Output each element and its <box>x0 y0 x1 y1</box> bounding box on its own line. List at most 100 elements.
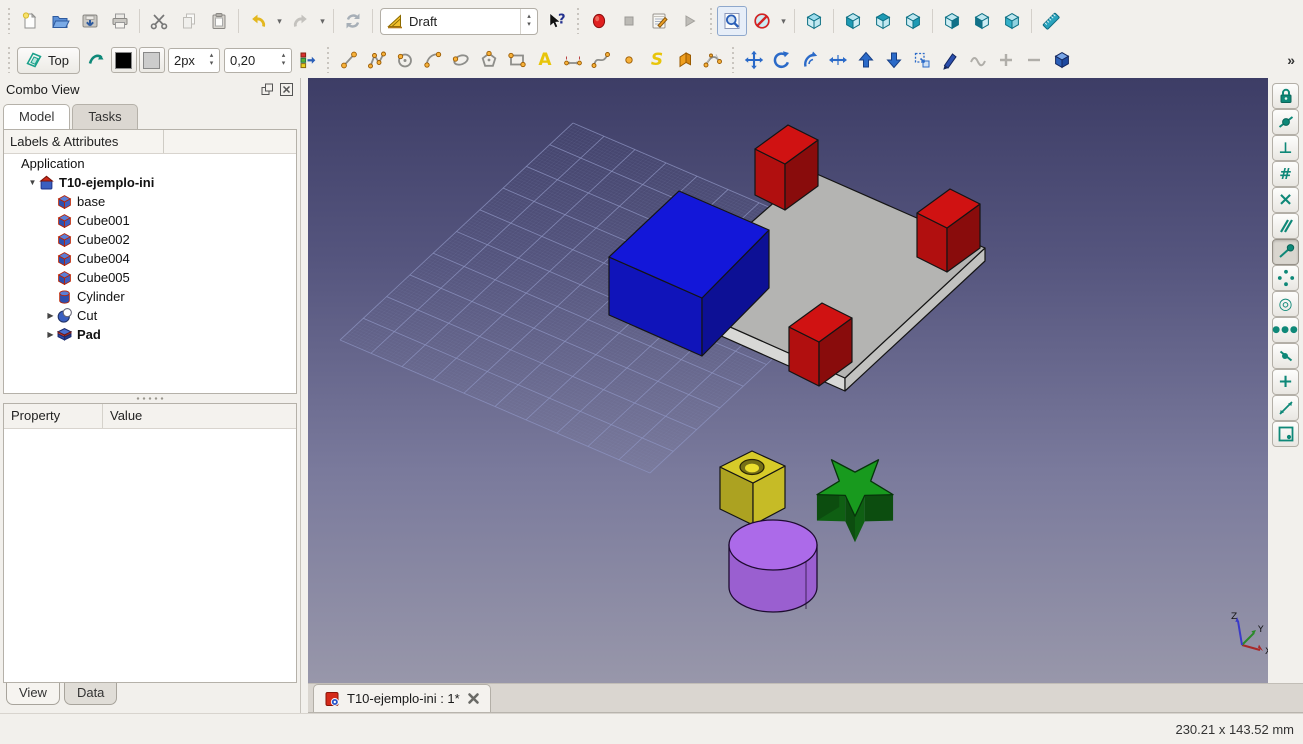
purple-cylinder[interactable] <box>729 520 817 612</box>
tree-item-t10-ejemplo-ini[interactable]: ▼T10-ejemplo-ini <box>4 173 296 192</box>
snap-parallel-button[interactable] <box>1272 213 1299 239</box>
panel-splitter[interactable] <box>0 394 300 403</box>
refresh-button[interactable] <box>338 6 368 36</box>
macro-edit-button[interactable] <box>644 6 674 36</box>
construction-mode-button[interactable] <box>82 46 110 74</box>
snap-perpendicular-button[interactable]: ⊥ <box>1272 135 1299 161</box>
view-axonometric-button[interactable] <box>799 6 829 36</box>
draft-line-button[interactable] <box>335 46 363 74</box>
toolbar-handle[interactable] <box>574 8 581 34</box>
new-document-button[interactable] <box>15 6 45 36</box>
draft-rotate-button[interactable] <box>768 46 796 74</box>
draft-offset-button[interactable] <box>796 46 824 74</box>
view-left-button[interactable] <box>997 6 1027 36</box>
view-top-button[interactable] <box>868 6 898 36</box>
draw-style-menu-dropdown[interactable]: ▾ <box>777 6 790 36</box>
view-right-button[interactable] <box>898 6 928 36</box>
view-bottom-button[interactable] <box>967 6 997 36</box>
wire-to-bspline-button[interactable] <box>964 46 992 74</box>
value-column-header[interactable]: Value <box>103 404 296 428</box>
draft-bezier-button[interactable] <box>699 46 727 74</box>
whats-this-button[interactable]: ? <box>541 6 571 36</box>
yellow-cut-cube[interactable] <box>720 451 785 525</box>
copy-button[interactable] <box>174 6 204 36</box>
draft-upgrade-button[interactable] <box>852 46 880 74</box>
draw-style-button[interactable] <box>747 6 777 36</box>
snap-angle-button[interactable] <box>1272 265 1299 291</box>
expander-closed-icon[interactable]: ▶ <box>44 311 57 320</box>
draft-circle-button[interactable] <box>391 46 419 74</box>
draft-wire-button[interactable] <box>363 46 391 74</box>
print-button[interactable] <box>105 6 135 36</box>
toolbar-handle[interactable] <box>325 47 332 73</box>
macro-record-button[interactable] <box>584 6 614 36</box>
view-front-button[interactable] <box>838 6 868 36</box>
snap-midpoint-button[interactable] <box>1272 109 1299 135</box>
workbench-selector[interactable]: Draft ▴▾ <box>380 8 538 35</box>
workbench-selector-arrows[interactable]: ▴▾ <box>520 9 537 34</box>
draft-move-button[interactable] <box>740 46 768 74</box>
3d-viewport[interactable]: X Y Z <box>308 78 1268 683</box>
fit-all-button[interactable] <box>717 6 747 36</box>
text-scale-input[interactable]: 0,20 ▴▾ <box>224 48 292 73</box>
expander-closed-icon[interactable]: ▶ <box>44 330 57 339</box>
vertical-splitter[interactable] <box>301 78 308 713</box>
save-document-button[interactable] <box>75 6 105 36</box>
tree-item-base[interactable]: base <box>4 192 296 211</box>
paste-button[interactable] <box>204 6 234 36</box>
tree-item-cube002[interactable]: Cube002 <box>4 230 296 249</box>
macro-play-button[interactable] <box>674 6 704 36</box>
tree-item-application[interactable]: Application <box>4 154 296 173</box>
draft-edit-button[interactable] <box>936 46 964 74</box>
macro-stop-button[interactable] <box>614 6 644 36</box>
working-plane-selector[interactable]: Top <box>17 47 80 74</box>
draft-text-button[interactable]: A <box>531 46 559 74</box>
tree-item-cube004[interactable]: Cube004 <box>4 249 296 268</box>
snap-dimensions-button[interactable] <box>1272 395 1299 421</box>
tree-item-cylinder[interactable]: Cylinder <box>4 287 296 306</box>
face-color-button[interactable] <box>139 47 165 73</box>
tab-model[interactable]: Model <box>3 104 70 129</box>
add-point-button[interactable] <box>992 46 1020 74</box>
open-document-button[interactable] <box>45 6 75 36</box>
tree-item-pad[interactable]: ▶Pad <box>4 325 296 344</box>
snap-extension-button[interactable]: ●●● <box>1272 317 1299 343</box>
snap-endpoint-button[interactable] <box>1272 239 1299 265</box>
line-width-input[interactable]: 2px ▴▾ <box>168 48 220 73</box>
snap-near-button[interactable] <box>1272 343 1299 369</box>
draft-point-button[interactable] <box>615 46 643 74</box>
draft-trimex-button[interactable] <box>824 46 852 74</box>
draft-downgrade-button[interactable] <box>880 46 908 74</box>
draft-bspline-button[interactable] <box>587 46 615 74</box>
undo-menu-dropdown[interactable]: ▾ <box>273 6 286 36</box>
redo-button[interactable] <box>286 6 316 36</box>
close-tab-icon[interactable] <box>467 692 480 705</box>
snap-working-plane-button[interactable] <box>1272 421 1299 447</box>
line-width-spin-arrows[interactable]: ▴▾ <box>204 52 219 68</box>
snap-center-button[interactable]: ◎ <box>1272 291 1299 317</box>
#06340a[interactable] <box>865 495 893 522</box>
cut-button[interactable] <box>144 6 174 36</box>
measure-distance-button[interactable] <box>1036 6 1066 36</box>
delete-point-button[interactable] <box>1020 46 1048 74</box>
draft-rectangle-button[interactable] <box>503 46 531 74</box>
draft-arc-button[interactable] <box>419 46 447 74</box>
redo-menu-dropdown[interactable]: ▾ <box>316 6 329 36</box>
toolbar-handle[interactable] <box>730 47 737 73</box>
tree-item-cube005[interactable]: Cube005 <box>4 268 296 287</box>
snap-special-button[interactable]: + <box>1272 369 1299 395</box>
view-rear-button[interactable] <box>937 6 967 36</box>
float-panel-button[interactable] <box>259 82 275 98</box>
draft-polygon-button[interactable] <box>475 46 503 74</box>
toolbar-handle[interactable] <box>707 8 714 34</box>
shape-2d-view-button[interactable] <box>1048 46 1076 74</box>
tab-tasks[interactable]: Tasks <box>72 104 137 129</box>
tab-view[interactable]: View <box>6 683 60 705</box>
draft-facebinder-button[interactable] <box>671 46 699 74</box>
tree-item-cut[interactable]: ▶Cut <box>4 306 296 325</box>
draft-shapestring-button[interactable]: S <box>643 46 671 74</box>
toolbar-handle[interactable] <box>5 47 12 73</box>
draft-dimension-button[interactable] <box>559 46 587 74</box>
green-star-pad[interactable] <box>817 460 893 542</box>
undo-button[interactable] <box>243 6 273 36</box>
